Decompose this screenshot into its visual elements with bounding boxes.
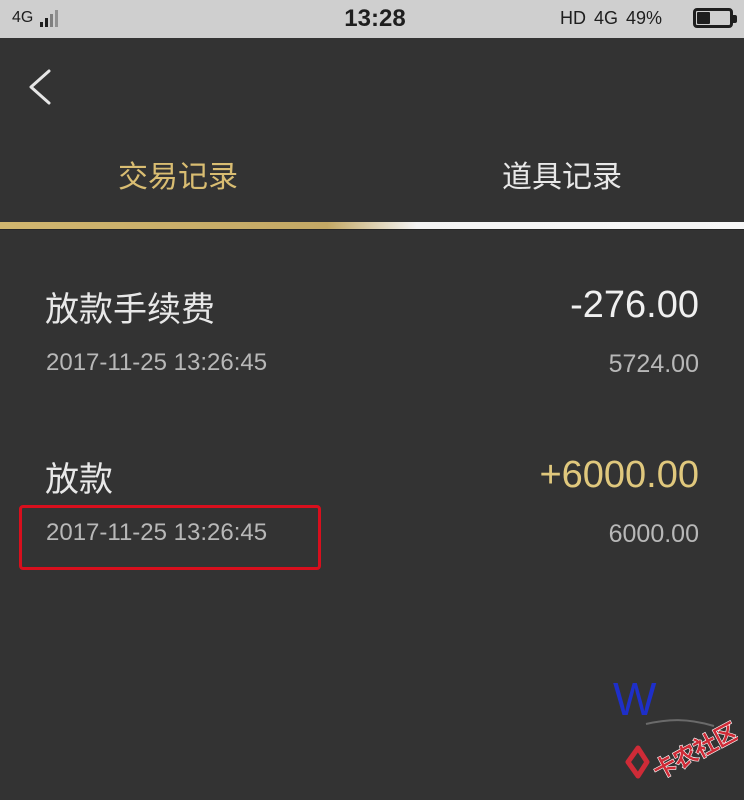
signal-strength-icon (40, 10, 58, 27)
transaction-title: 放款 (45, 460, 113, 500)
transaction-row[interactable]: 放款 +6000.00 2017-11-25 13:26:45 6000.00 (0, 410, 744, 580)
transaction-row[interactable]: 放款手续费 -276.00 2017-11-25 13:26:45 5724.0… (0, 240, 744, 410)
network-type: 4G (12, 9, 34, 26)
svg-text:卡农社区: 卡农社区 (649, 718, 738, 782)
back-chevron-icon (29, 69, 51, 105)
transaction-balance: 5724.00 (608, 350, 699, 378)
transaction-amount: +6000.00 (539, 454, 699, 496)
status-bar: 4G 13:28 HD 4G 49% (0, 0, 744, 38)
transaction-balance: 6000.00 (608, 520, 699, 548)
transaction-list: 放款手续费 -276.00 2017-11-25 13:26:45 5724.0… (0, 240, 744, 660)
status-time: 13:28 (344, 5, 406, 32)
back-button[interactable] (18, 66, 60, 108)
battery-icon (693, 8, 737, 28)
secondary-network-type: 4G (593, 8, 618, 28)
transaction-time: 2017-11-25 13:26:45 (46, 349, 268, 376)
transaction-amount: -276.00 (570, 284, 699, 326)
status-indicators: HD 4G 49% (560, 8, 662, 29)
handwritten-w-mark: W (613, 673, 657, 725)
hd-indicator: HD (559, 8, 586, 28)
battery-percent: 49% (625, 8, 662, 28)
transaction-time: 2017-11-25 13:26:45 (46, 519, 268, 546)
record-tabs: 交易记录 道具记录 (0, 132, 744, 224)
tab-indicator (0, 222, 744, 229)
transaction-title: 放款手续费 (45, 290, 215, 330)
tab-item-records[interactable]: 道具记录 (502, 152, 622, 196)
tab-transaction-records[interactable]: 交易记录 (118, 152, 238, 196)
